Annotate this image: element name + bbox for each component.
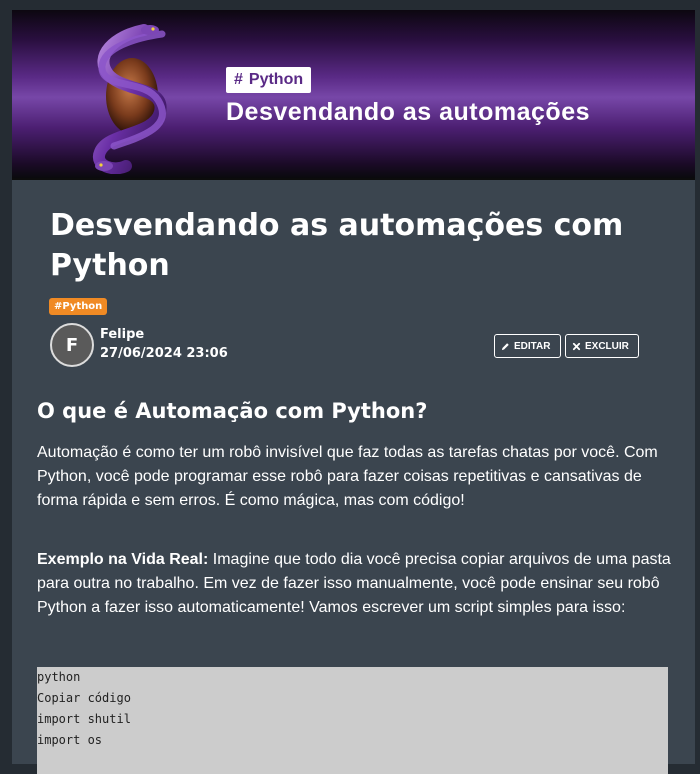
code-line: python <box>37 670 81 684</box>
article-card: # Python Desvendando as automações Desve… <box>12 10 695 774</box>
post-tag-badge[interactable]: #Python <box>49 298 108 315</box>
intro-paragraph: Automação é como ter um robô invisível q… <box>37 444 658 509</box>
banner-tag-hash: # <box>234 71 243 88</box>
example-paragraph: Exemplo na Vida Real: Imagine que todo d… <box>37 548 677 620</box>
author-avatar: F <box>50 323 94 367</box>
example-paragraph-lead: Exemplo na Vida Real: <box>37 551 209 568</box>
post-banner: # Python Desvendando as automações <box>12 10 695 180</box>
author-name: Felipe <box>100 327 145 342</box>
edit-button[interactable]: EDITAR <box>494 334 561 358</box>
code-line: import shutil <box>37 712 131 726</box>
author-initial: F <box>65 334 79 356</box>
banner-title: Desvendando as automações <box>226 98 591 126</box>
post-title: Desvendando as automações com Python <box>50 208 624 283</box>
code-line: import os <box>37 733 103 747</box>
delete-button[interactable]: EXCLUIR <box>565 334 639 358</box>
code-block: python Copiar código import shutil impor… <box>37 667 668 774</box>
section-heading: O que é Automação com Python? <box>37 399 428 423</box>
banner-tag-label: Python <box>248 71 304 88</box>
pencil-icon <box>501 342 509 350</box>
banner-tag: # Python <box>226 67 312 93</box>
snake-egg-illustration <box>93 24 167 174</box>
post-date: 27/06/2024 23:06 <box>100 346 228 361</box>
close-icon <box>572 342 581 350</box>
copy-code-link[interactable]: Copiar código <box>37 688 668 709</box>
delete-button-label: EXCLUIR <box>585 340 629 352</box>
edit-button-label: EDITAR <box>514 340 551 352</box>
